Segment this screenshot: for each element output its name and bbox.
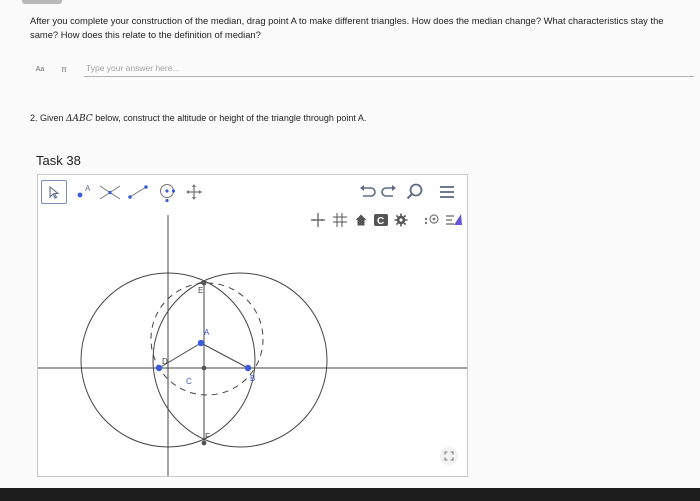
- fullscreen-icon[interactable]: [440, 447, 458, 465]
- point-b[interactable]: [244, 364, 252, 372]
- answer-input[interactable]: [84, 60, 694, 77]
- point-d[interactable]: [201, 365, 207, 371]
- circle-centered-d[interactable]: [152, 272, 328, 448]
- question-2-text: 2. Given ΔABC below, construct the altit…: [30, 112, 670, 126]
- graphics-view[interactable]: A B C D E F: [38, 175, 467, 476]
- triangle-math: ΔABC: [66, 114, 93, 124]
- point-f[interactable]: [201, 440, 207, 446]
- question-2-prefix: 2. Given: [30, 113, 67, 123]
- label-a: A: [204, 328, 210, 337]
- answer-row: Aa π: [30, 60, 694, 80]
- previous-section-stub: [22, 0, 62, 4]
- task-title: Task 38: [36, 153, 81, 168]
- question-2-suffix: below, construct the altitude or height …: [92, 113, 367, 123]
- side-ab[interactable]: [200, 342, 249, 369]
- label-d: D: [162, 357, 168, 366]
- label-f: F: [205, 432, 210, 441]
- question-1-text: After you complete your construction of …: [30, 15, 664, 40]
- label-c: C: [186, 377, 192, 386]
- geogebra-applet[interactable]: A C A B C D E F: [37, 174, 468, 477]
- label-b: B: [250, 374, 255, 383]
- point-e[interactable]: [201, 280, 207, 286]
- text-format-button[interactable]: Aa: [30, 60, 50, 78]
- worksheet-page: After you complete your construction of …: [0, 0, 700, 488]
- math-input-button[interactable]: π: [54, 60, 74, 78]
- point-a[interactable]: [197, 339, 205, 347]
- label-e: E: [198, 286, 203, 295]
